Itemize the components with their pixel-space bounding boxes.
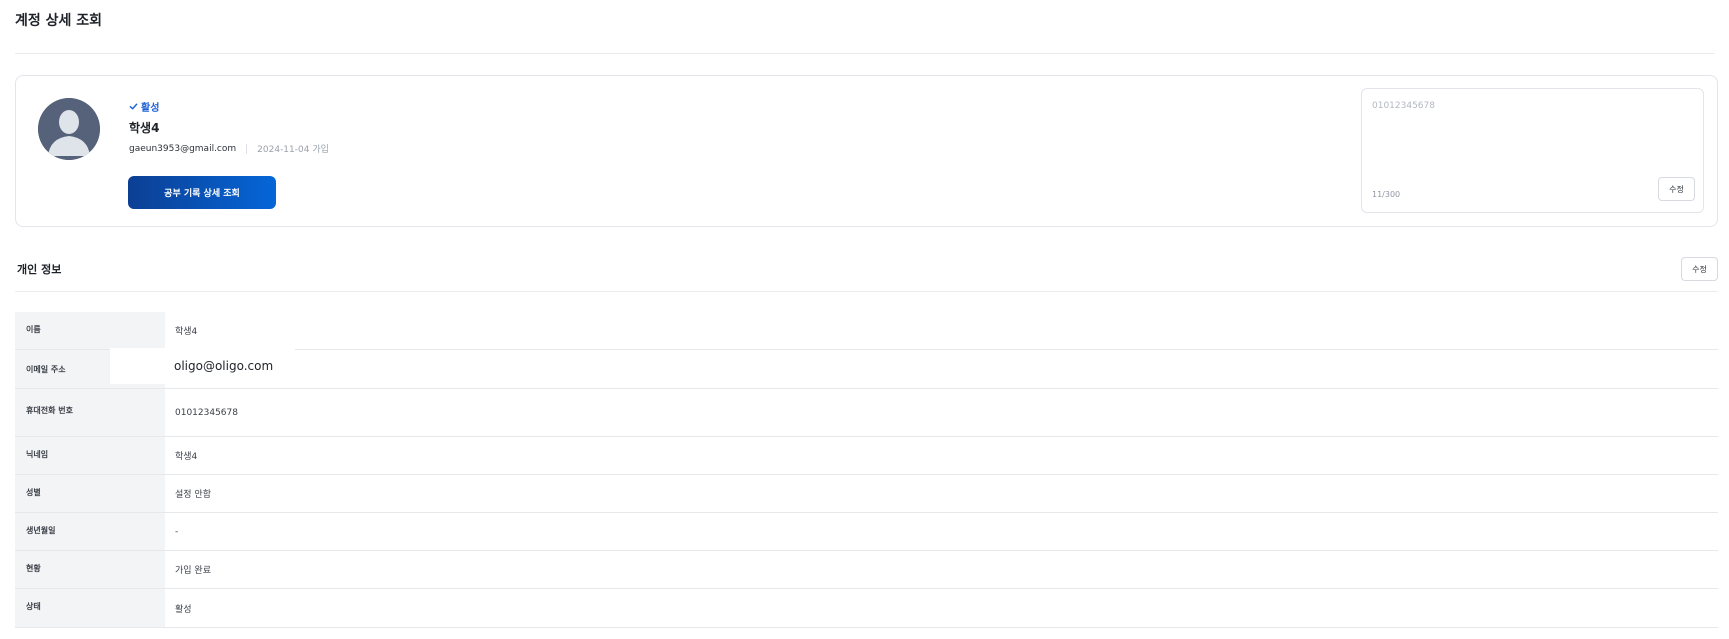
check-icon	[129, 103, 138, 110]
row-value: oligo@oligo.com	[174, 359, 274, 373]
memo-textarea[interactable]: 01012345678 11/300 수정	[1361, 88, 1704, 213]
status-label: 활성	[141, 103, 160, 114]
user-name: 학생4	[129, 121, 160, 135]
row-value: 설정 안함	[175, 490, 211, 500]
joined-date: 2024-11-04 가입	[257, 145, 329, 155]
title-divider	[15, 53, 1715, 54]
personal-info-edit-button[interactable]: 수정	[1681, 257, 1718, 281]
profile-card: 활성 학생4 gaeun3953@gmail.com 2024-11-04 가입…	[15, 75, 1718, 227]
memo-text: 01012345678	[1372, 101, 1435, 111]
row-value: 01012345678	[175, 407, 238, 418]
row-label: 현황	[15, 551, 165, 588]
user-email: gaeun3953@gmail.com	[129, 143, 237, 154]
study-record-detail-button[interactable]: 공부 기록 상세 조회	[128, 176, 276, 209]
section-divider	[15, 291, 1718, 292]
table-row: 상태 활성	[15, 589, 1718, 628]
memo-edit-button[interactable]: 수정	[1658, 177, 1695, 201]
page-title: 계정 상세 조회	[15, 13, 103, 29]
row-label: 닉네임	[15, 437, 165, 474]
table-row: 현황 가입 완료	[15, 551, 1718, 589]
memo-char-count: 11/300	[1372, 190, 1401, 199]
table-row: 성별 설정 안함	[15, 475, 1718, 513]
row-label: 성별	[15, 475, 165, 512]
row-value: -	[175, 526, 179, 537]
row-label: 휴대전화 번호	[15, 389, 165, 436]
row-value: 활성	[175, 604, 192, 615]
user-silhouette-icon	[38, 98, 100, 160]
table-row: 닉네임 학생4	[15, 437, 1718, 475]
avatar	[38, 98, 100, 160]
personal-info-table: 이름 학생4 이메일 주소 oligo@oligo.com 휴대전화 번호 01…	[15, 312, 1718, 628]
row-label: 이름	[15, 312, 165, 349]
row-value: 학생4	[175, 327, 198, 337]
row-value: 학생4	[175, 452, 198, 462]
table-row: 휴대전화 번호 01012345678	[15, 389, 1718, 437]
row-value: 가입 완료	[175, 566, 211, 576]
table-row: 생년월일 -	[15, 513, 1718, 551]
row-value-container: oligo@oligo.com	[110, 348, 1718, 388]
user-meta: gaeun3953@gmail.com 2024-11-04 가입	[129, 142, 329, 155]
personal-info-title: 개인 정보	[17, 263, 62, 276]
row-label: 상태	[15, 589, 165, 627]
status-badge: 활성	[129, 99, 159, 114]
table-row: 이름 학생4	[15, 312, 1718, 350]
meta-divider	[246, 143, 248, 154]
table-row: 이메일 주소 oligo@oligo.com	[15, 348, 1718, 389]
row-label: 생년월일	[15, 513, 165, 550]
